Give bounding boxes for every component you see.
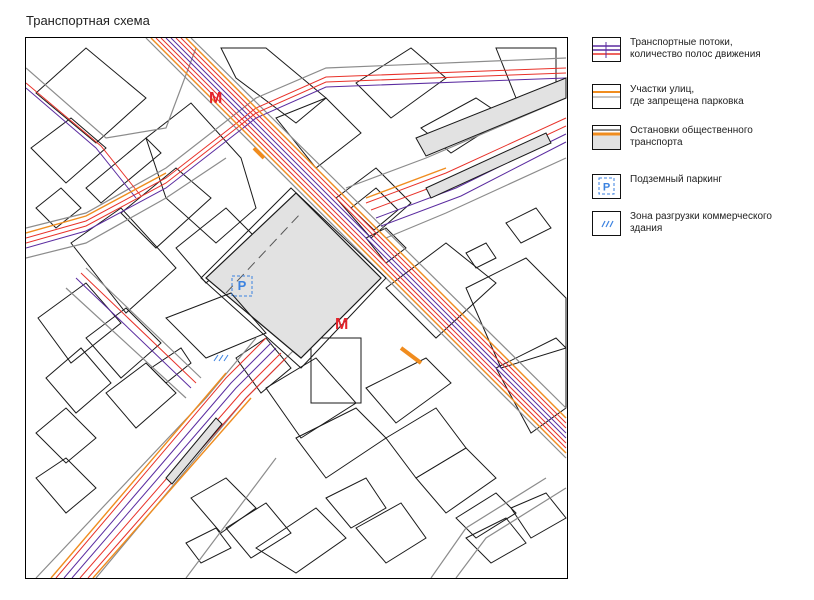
legend-label: Участки улиц, где запрещена парковка	[630, 84, 744, 107]
legend-label: Зона разгрузки коммерческого здания	[630, 211, 772, 234]
page-title: Транспортная схема	[26, 13, 150, 28]
legend-label: Транспортные потоки, количество полос дв…	[630, 37, 761, 60]
traffic-flow-icon	[592, 37, 621, 62]
no-parking-street-icon	[592, 84, 621, 109]
map-canvas	[26, 38, 567, 578]
loading-zone-icon	[592, 211, 621, 236]
legend-label: Остановки общественного транспорта	[630, 125, 753, 148]
parking-symbol: P	[237, 278, 247, 293]
metro-icon: М	[209, 90, 223, 107]
transit-stop-icon	[592, 125, 621, 150]
metro-icon: М	[335, 316, 349, 333]
loading-zone	[213, 354, 229, 362]
transport-map[interactable]: P М М	[25, 37, 568, 579]
parking-symbol: P	[603, 182, 610, 194]
legend-label: Подземный паркинг	[630, 174, 723, 185]
underground-parking-icon: P	[592, 174, 621, 199]
